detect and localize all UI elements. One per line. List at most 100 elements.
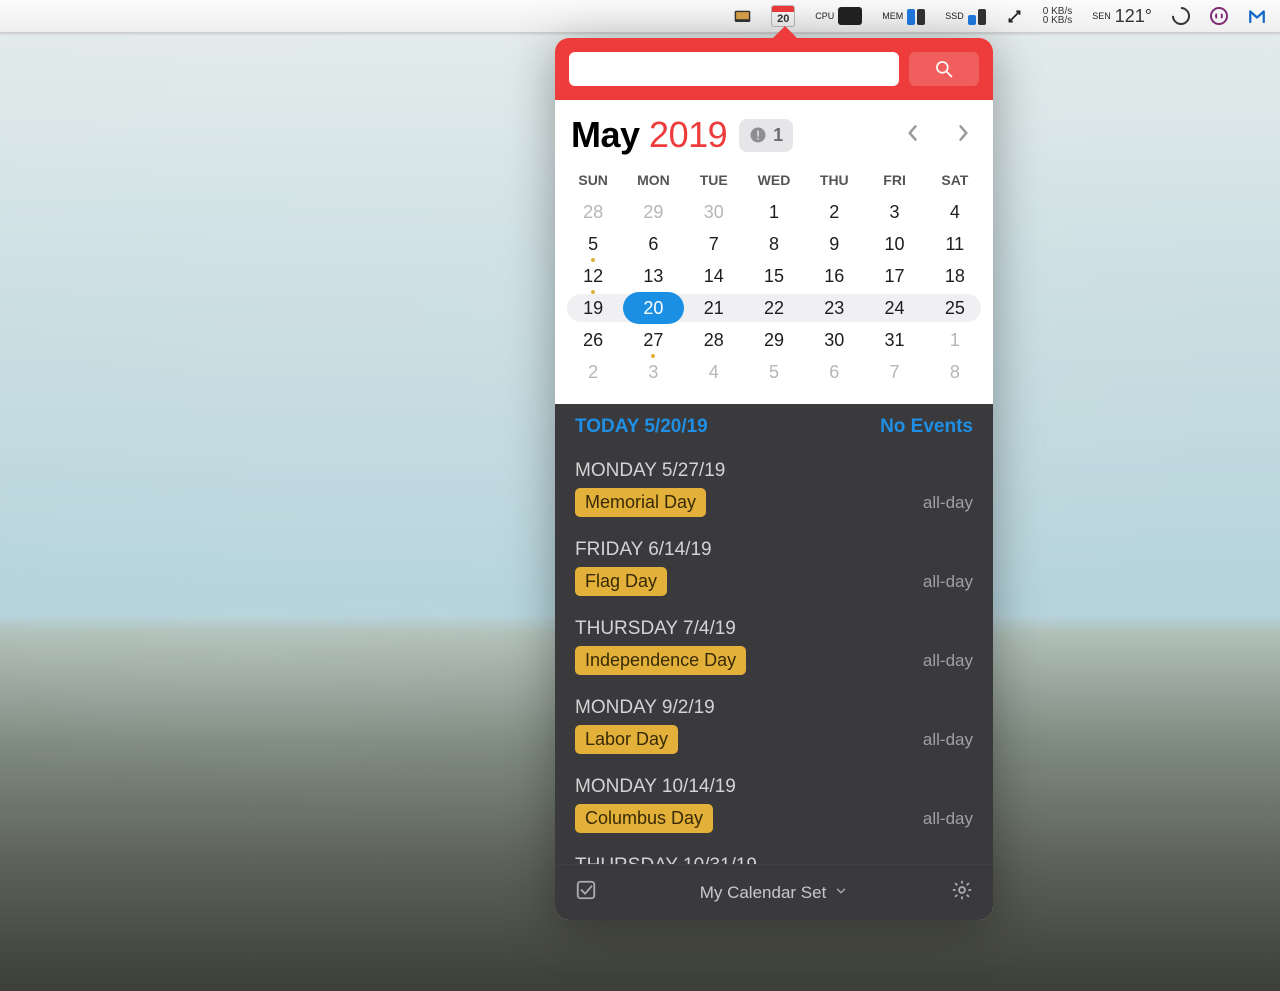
calendar-day[interactable]: 15: [744, 260, 804, 292]
calendar-day[interactable]: 2: [563, 356, 623, 388]
event-date: MONDAY 5/27/19: [575, 460, 973, 488]
calendar-day[interactable]: 17: [864, 260, 924, 292]
calendar-dow: TUE: [684, 164, 744, 196]
calendar-day[interactable]: 26: [563, 324, 623, 356]
chevron-right-icon: [955, 123, 971, 143]
calendar-day[interactable]: 30: [804, 324, 864, 356]
calendar-day[interactable]: 3: [623, 356, 683, 388]
calendar-day[interactable]: 9: [804, 228, 864, 260]
calendar-day[interactable]: 24: [864, 292, 924, 324]
event-time: all-day: [923, 730, 973, 750]
chevron-left-icon: [905, 123, 921, 143]
calendar-day[interactable]: 12: [563, 260, 623, 292]
calendar-day[interactable]: 6: [623, 228, 683, 260]
event-title-chip: Labor Day: [575, 725, 678, 754]
calendar-day[interactable]: 3: [864, 196, 924, 228]
calendar-day[interactable]: 5: [744, 356, 804, 388]
search-button[interactable]: [909, 52, 979, 86]
calendar-day[interactable]: 5: [563, 228, 623, 260]
calendar-day[interactable]: 28: [563, 196, 623, 228]
calendar-day[interactable]: 10: [864, 228, 924, 260]
calendar-day[interactable]: 8: [925, 356, 985, 388]
calendar-day[interactable]: 28: [684, 324, 744, 356]
tasks-button[interactable]: [575, 879, 597, 906]
calendar-week: 2627282930311: [563, 324, 985, 356]
checkbox-icon: [575, 879, 597, 901]
alert-count: 1: [773, 125, 783, 146]
month-year: 2019: [649, 114, 727, 155]
settings-button[interactable]: [951, 879, 973, 906]
mem-bars-icon: [907, 7, 925, 25]
event-item[interactable]: Independence Dayall-day: [575, 646, 973, 675]
image-icon: [734, 8, 751, 25]
calendar-set-selector[interactable]: My Calendar Set: [700, 883, 849, 903]
calendar-day[interactable]: 13: [623, 260, 683, 292]
letter-c-icon: [1168, 3, 1193, 28]
menubar-sensors[interactable]: SEN 121°: [1088, 6, 1156, 27]
calendar-day[interactable]: 7: [864, 356, 924, 388]
calendar-dow: SUN: [563, 164, 623, 196]
calendar-day-today[interactable]: 20: [623, 292, 683, 324]
calendar-day[interactable]: 14: [684, 260, 744, 292]
sync-ring-icon: [1210, 7, 1228, 25]
next-month-button[interactable]: [949, 117, 977, 154]
calendar-day[interactable]: 2: [804, 196, 864, 228]
menubar-c-icon[interactable]: [1168, 7, 1194, 25]
menubar-mem[interactable]: MEM: [878, 7, 929, 25]
today-label: TODAY 5/20/19: [575, 416, 708, 438]
calendar-day[interactable]: 29: [744, 324, 804, 356]
calendar-week: 19202122232425: [563, 292, 985, 324]
event-section: MONDAY 5/27/19Memorial Dayall-day: [555, 448, 993, 527]
event-time: all-day: [923, 493, 973, 513]
menubar-sync-icon[interactable]: [1206, 7, 1232, 25]
calendar-day[interactable]: 1: [925, 324, 985, 356]
calendar-day[interactable]: 22: [744, 292, 804, 324]
calendar-day[interactable]: 21: [684, 292, 744, 324]
event-date: FRIDAY 6/14/19: [575, 539, 973, 567]
calendar-day[interactable]: 4: [684, 356, 744, 388]
event-time: all-day: [923, 651, 973, 671]
menubar-network[interactable]: 0 KB/s 0 KB/s: [1039, 7, 1076, 25]
calendar-day[interactable]: 25: [925, 292, 985, 324]
panel-arrow-icon: [773, 26, 797, 38]
event-item[interactable]: Memorial Dayall-day: [575, 488, 973, 517]
calendar-day[interactable]: 23: [804, 292, 864, 324]
cpu-label: CPU: [815, 12, 834, 20]
prev-month-button[interactable]: [899, 117, 927, 154]
event-item[interactable]: Flag Dayall-day: [575, 567, 973, 596]
calendar-day[interactable]: 7: [684, 228, 744, 260]
event-section: THURSDAY 10/31/19: [555, 843, 993, 864]
calendar-day[interactable]: 11: [925, 228, 985, 260]
event-section: THURSDAY 7/4/19Independence Dayall-day: [555, 606, 993, 685]
menubar-calendar-icon[interactable]: 20: [767, 5, 799, 27]
calendar-day[interactable]: 18: [925, 260, 985, 292]
calendar-day[interactable]: 27: [623, 324, 683, 356]
chevron-down-icon: [834, 883, 848, 903]
calendar-day[interactable]: 1: [744, 196, 804, 228]
panel-search-bar: [555, 38, 993, 100]
menubar-ssd[interactable]: SSD: [941, 7, 990, 25]
search-input[interactable]: [569, 52, 899, 86]
calendar-dow: FRI: [864, 164, 924, 196]
calendar-day[interactable]: 31: [864, 324, 924, 356]
calendar-day[interactable]: 16: [804, 260, 864, 292]
today-section: TODAY 5/20/19 No Events: [555, 404, 993, 448]
calendar-dow: THU: [804, 164, 864, 196]
event-item[interactable]: Labor Day all-day: [575, 725, 973, 754]
calendar-day[interactable]: 29: [623, 196, 683, 228]
alert-badge[interactable]: 1: [739, 119, 793, 152]
calendar-day[interactable]: 4: [925, 196, 985, 228]
calendar-day[interactable]: 30: [684, 196, 744, 228]
calendar-day[interactable]: 19: [563, 292, 623, 324]
menubar-expand-icon[interactable]: [1002, 8, 1027, 25]
event-date: MONDAY 9/2/19: [575, 697, 973, 725]
menubar-malwarebytes-icon[interactable]: [1244, 7, 1270, 25]
menubar-picture-icon[interactable]: [730, 8, 755, 25]
calendar-week: 2345678: [563, 356, 985, 388]
event-section: FRIDAY 6/14/19Flag Dayall-day: [555, 527, 993, 606]
calendar-day[interactable]: 6: [804, 356, 864, 388]
event-date: MONDAY 10/14/19: [575, 776, 973, 804]
calendar-day[interactable]: 8: [744, 228, 804, 260]
event-item[interactable]: Columbus Dayall-day: [575, 804, 973, 833]
menubar-cpu[interactable]: CPU: [811, 7, 866, 25]
